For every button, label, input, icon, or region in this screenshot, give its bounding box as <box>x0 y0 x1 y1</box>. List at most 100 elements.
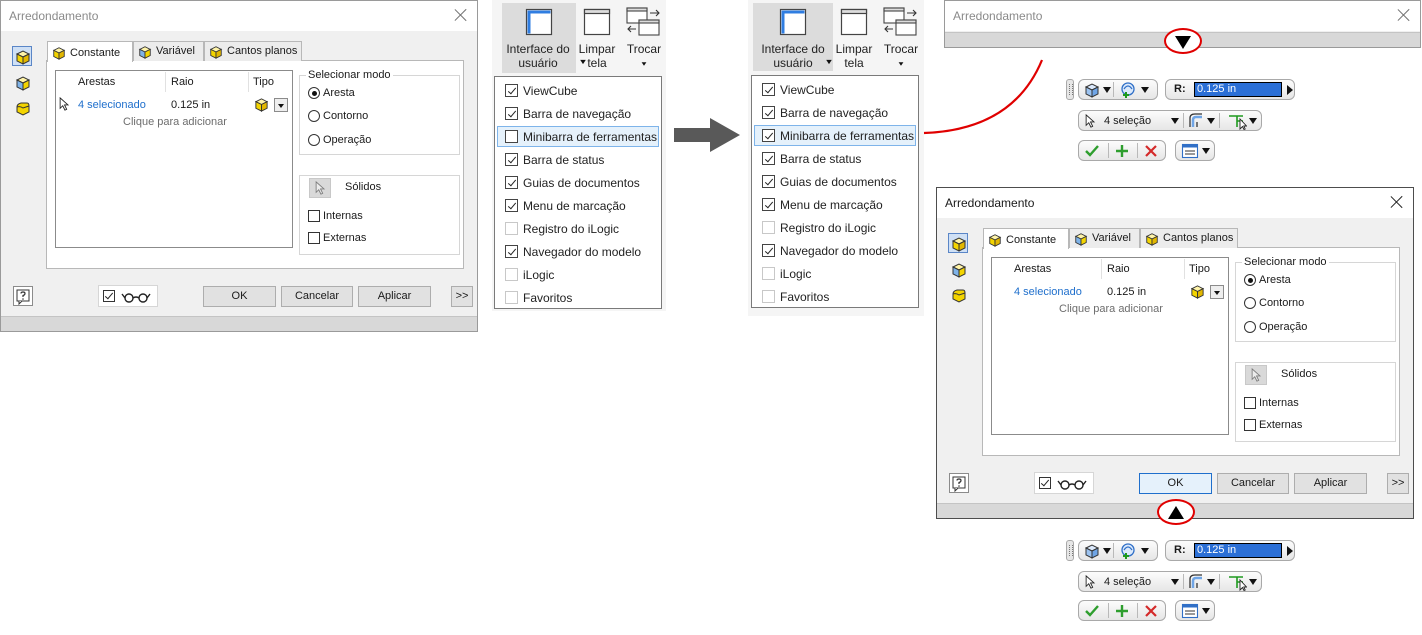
tab-constant[interactable]: Constante <box>983 228 1069 249</box>
radio-feature[interactable] <box>1244 321 1256 333</box>
menu-item[interactable]: ViewCube <box>497 80 659 101</box>
type-dropdown[interactable] <box>1210 285 1224 299</box>
menu-item-checkbox[interactable] <box>762 221 775 234</box>
cancel-x-icon[interactable] <box>1143 143 1159 159</box>
internal-checkbox[interactable] <box>308 210 320 222</box>
menu-item-checkbox[interactable] <box>505 176 518 189</box>
cancel-x-icon[interactable] <box>1143 603 1159 619</box>
fillet-type-dropdown[interactable] <box>1078 540 1158 561</box>
edge-count-link[interactable]: 4 selecionado <box>1014 286 1082 298</box>
options-dropdown[interactable] <box>1175 600 1215 621</box>
fillet-face-button[interactable] <box>12 72 32 92</box>
fillet-full-round-button[interactable] <box>12 98 32 118</box>
close-icon[interactable] <box>1397 8 1411 22</box>
menu-item[interactable]: Favoritos <box>754 286 916 307</box>
options-dropdown[interactable] <box>1175 140 1215 161</box>
dialog-titlebar[interactable]: Arredondamento <box>1 1 477 31</box>
ok-button[interactable]: OK <box>203 286 276 307</box>
clean-screen-button[interactable]: Limpar tela <box>833 3 875 71</box>
menu-item-checkbox[interactable] <box>762 106 775 119</box>
fillet-type-dropdown[interactable] <box>1078 79 1158 100</box>
menu-item-checkbox[interactable] <box>505 268 518 281</box>
menu-item[interactable]: Minibarra de ferramentas <box>754 125 916 146</box>
menu-item[interactable]: iLogic <box>754 263 916 284</box>
tab-setback[interactable]: Cantos planos <box>1140 228 1238 248</box>
add-hint[interactable]: Clique para adicionar <box>123 116 227 128</box>
menu-item-checkbox[interactable] <box>762 129 775 142</box>
menu-item-checkbox[interactable] <box>505 107 518 120</box>
radius-input[interactable]: 0.125 in <box>1194 82 1282 97</box>
menu-item[interactable]: Registro do iLogic <box>754 217 916 238</box>
more-button[interactable]: >> <box>451 286 473 307</box>
menu-item-checkbox[interactable] <box>762 175 775 188</box>
close-icon[interactable] <box>454 8 468 22</box>
apply-plus-icon[interactable] <box>1114 143 1130 159</box>
help-button[interactable] <box>949 473 969 493</box>
menu-item-checkbox[interactable] <box>505 130 518 143</box>
radius-field[interactable]: R: 0.125 in <box>1165 540 1295 561</box>
menu-item[interactable]: iLogic <box>497 264 659 285</box>
more-button[interactable]: >> <box>1387 473 1409 494</box>
external-checkbox[interactable] <box>308 232 320 244</box>
menu-item[interactable]: Navegador do modelo <box>754 240 916 261</box>
menu-item-checkbox[interactable] <box>762 267 775 280</box>
cancel-button[interactable]: Cancelar <box>1217 473 1289 494</box>
fillet-full-round-button[interactable] <box>948 285 968 305</box>
menu-item-checkbox[interactable] <box>762 244 775 257</box>
ok-button[interactable]: OK <box>1139 473 1212 494</box>
switch-button[interactable]: Trocar <box>622 3 666 73</box>
radio-loop[interactable] <box>1244 297 1256 309</box>
mini-toolbar-grip[interactable] <box>1066 79 1074 100</box>
dialog-titlebar[interactable]: Arredondamento <box>945 1 1420 31</box>
menu-item[interactable]: Menu de marcação <box>497 195 659 216</box>
menu-item-checkbox[interactable] <box>505 245 518 258</box>
menu-item-checkbox[interactable] <box>505 291 518 304</box>
user-interface-button[interactable]: Interface do usuário <box>502 3 586 73</box>
menu-item[interactable]: ViewCube <box>754 79 916 100</box>
internal-checkbox[interactable] <box>1244 397 1256 409</box>
edge-select-dropdown[interactable]: 4 seleção <box>1078 110 1262 131</box>
menu-item[interactable]: Barra de status <box>497 149 659 170</box>
menu-item[interactable]: Barra de navegação <box>497 103 659 124</box>
menu-item-checkbox[interactable] <box>505 222 518 235</box>
preview-toggle[interactable] <box>1034 472 1094 494</box>
tab-variable[interactable]: Variável <box>133 41 204 61</box>
menu-item[interactable]: Navegador do modelo <box>497 241 659 262</box>
cancel-button[interactable]: Cancelar <box>281 286 353 307</box>
apply-button[interactable]: Aplicar <box>1294 473 1367 494</box>
solids-select-button[interactable] <box>309 178 331 198</box>
radius-value[interactable]: 0.125 in <box>1107 286 1146 298</box>
menu-item[interactable]: Minibarra de ferramentas <box>497 126 659 147</box>
menu-item[interactable]: Guias de documentos <box>497 172 659 193</box>
user-interface-button[interactable]: Interface do usuário <box>753 3 833 71</box>
radius-field[interactable]: R: 0.125 in <box>1165 79 1295 100</box>
tab-setback[interactable]: Cantos planos <box>204 41 302 61</box>
fillet-edge-button[interactable] <box>948 233 968 253</box>
radio-edge[interactable] <box>1244 274 1256 286</box>
menu-item[interactable]: Guias de documentos <box>754 171 916 192</box>
radio-loop[interactable] <box>308 110 320 122</box>
menu-item-checkbox[interactable] <box>505 199 518 212</box>
clean-screen-button[interactable]: Limpar tela <box>576 3 618 73</box>
radio-edge[interactable] <box>308 87 320 99</box>
apply-plus-icon[interactable] <box>1114 603 1130 619</box>
menu-item-checkbox[interactable] <box>505 153 518 166</box>
menu-item[interactable]: Barra de status <box>754 148 916 169</box>
menu-item-checkbox[interactable] <box>505 84 518 97</box>
radius-input[interactable]: 0.125 in <box>1194 543 1282 558</box>
apply-button[interactable]: Aplicar <box>358 286 431 307</box>
expand-toggle[interactable] <box>1164 28 1202 54</box>
close-icon[interactable] <box>1390 195 1404 209</box>
tab-constant[interactable]: Constante <box>47 41 133 62</box>
fillet-edge-button[interactable] <box>12 46 32 66</box>
preview-toggle[interactable] <box>98 285 158 307</box>
menu-item-checkbox[interactable] <box>762 152 775 165</box>
add-hint[interactable]: Clique para adicionar <box>1059 303 1163 315</box>
external-checkbox[interactable] <box>1244 419 1256 431</box>
help-button[interactable] <box>13 286 33 306</box>
radius-value[interactable]: 0.125 in <box>171 99 210 111</box>
solids-select-button[interactable] <box>1245 365 1267 385</box>
mini-toolbar-grip[interactable] <box>1066 540 1074 561</box>
menu-item-checkbox[interactable] <box>762 290 775 303</box>
collapse-toggle[interactable] <box>1157 499 1195 525</box>
